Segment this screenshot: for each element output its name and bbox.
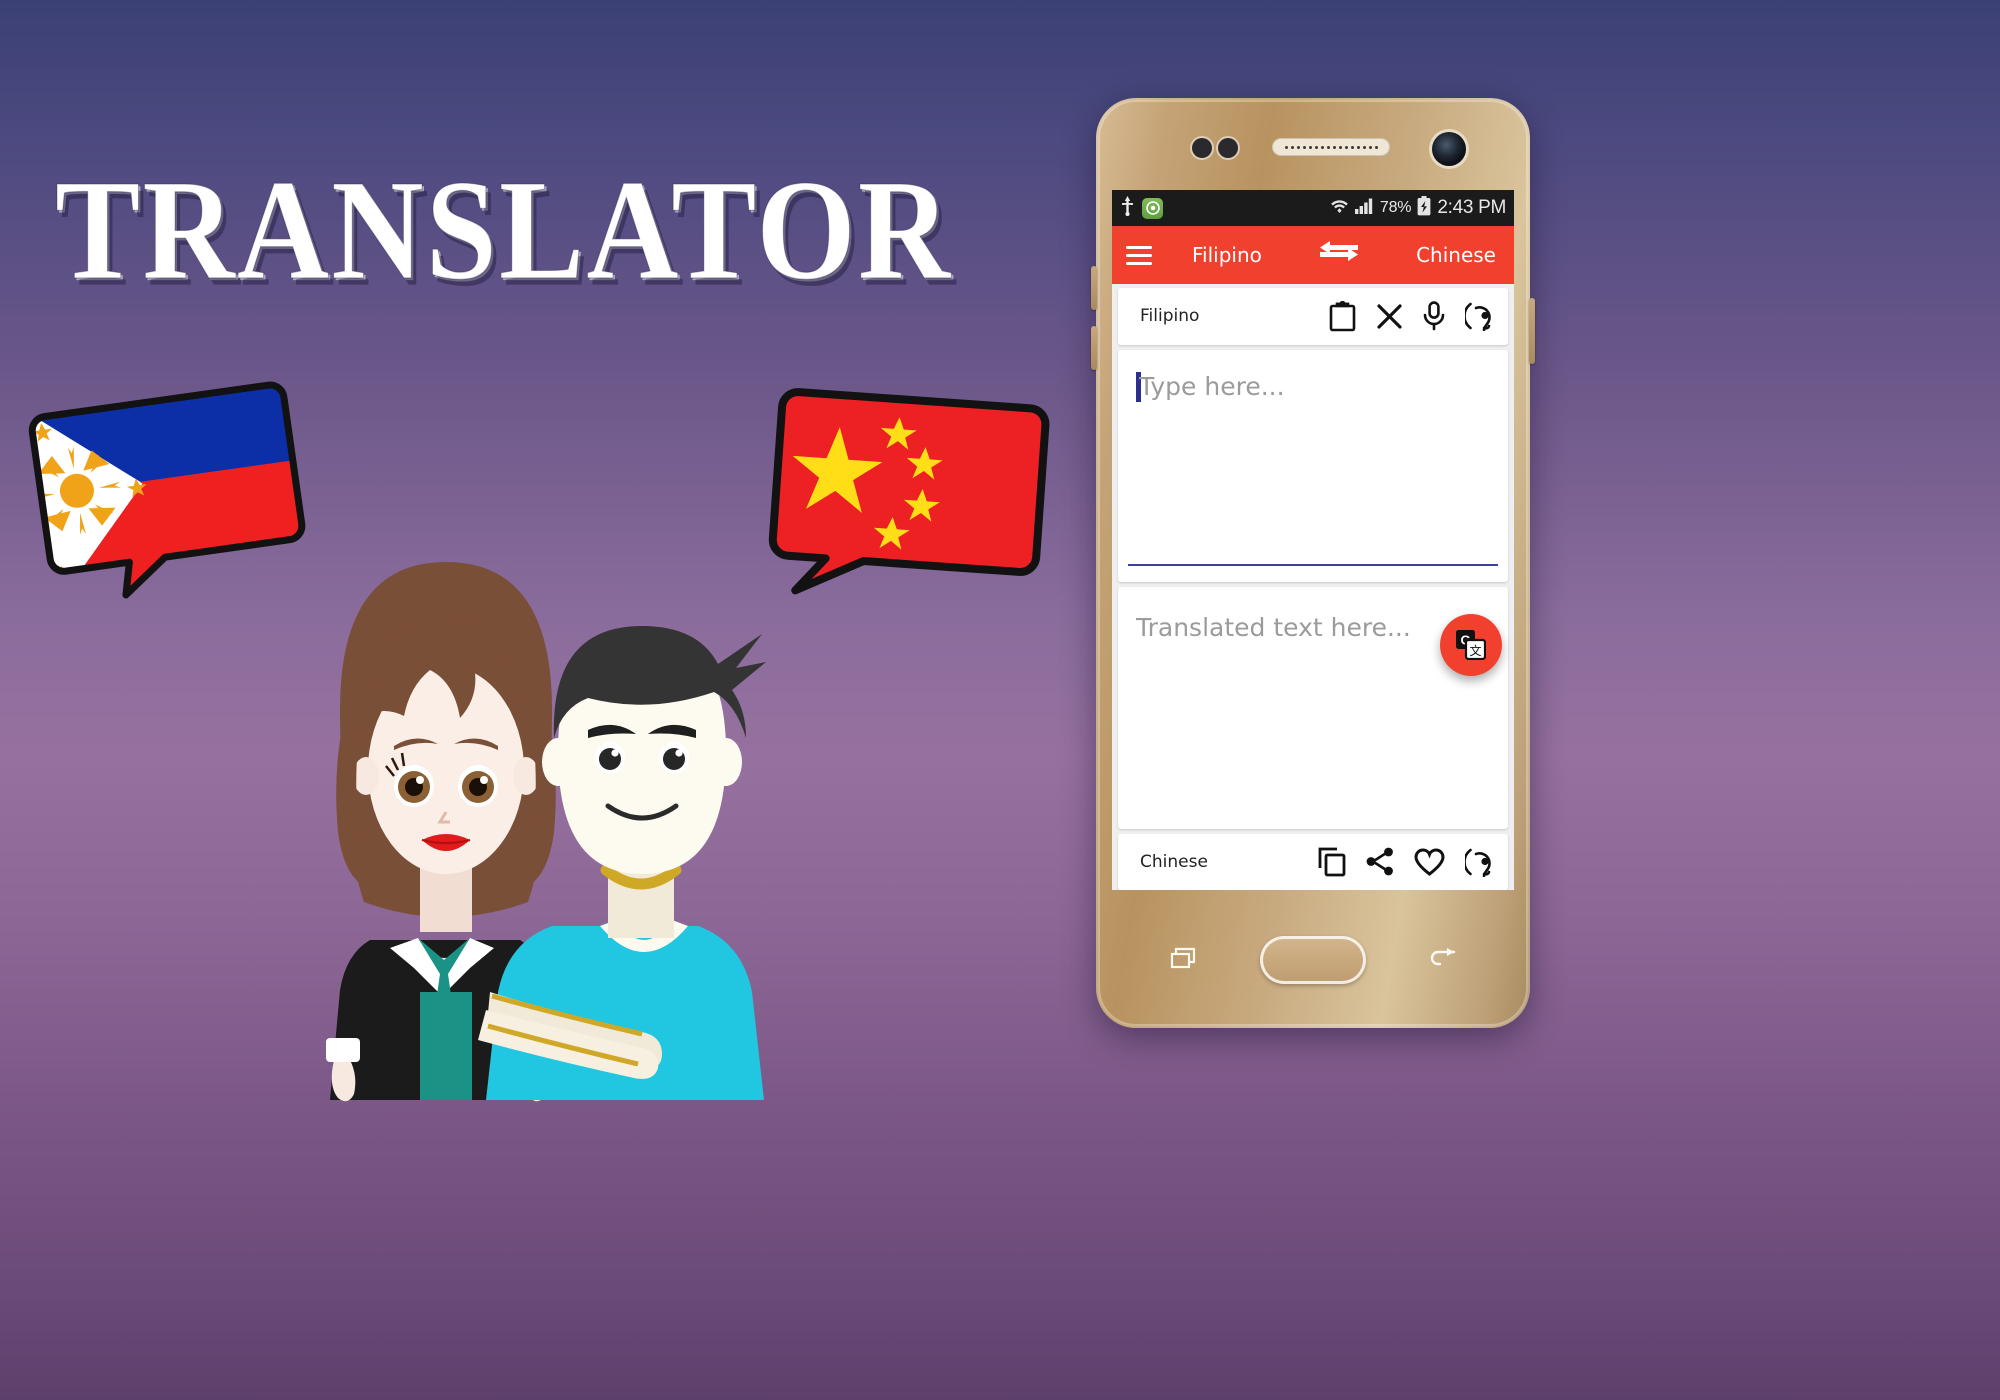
source-toolbar-label: Filipino — [1140, 306, 1200, 327]
power-button[interactable] — [1529, 298, 1535, 364]
listen-speak-icon[interactable] — [1465, 301, 1494, 332]
target-toolbar-label: Chinese — [1140, 851, 1208, 872]
microphone-icon[interactable] — [1423, 301, 1445, 331]
clear-close-icon[interactable] — [1376, 303, 1403, 330]
phone-nav-bar — [1096, 892, 1530, 1028]
clock-label: 2:43 PM — [1437, 197, 1506, 218]
light-sensor-icon — [1218, 138, 1238, 158]
source-text-input[interactable]: Type here... — [1118, 349, 1508, 582]
hamburger-menu-icon[interactable] — [1126, 245, 1152, 265]
app-bar: Filipino Chinese — [1112, 226, 1514, 284]
illustration-characters — [300, 540, 840, 1102]
source-input-placeholder: Type here... — [1139, 371, 1285, 401]
output-placeholder: Translated text here... — [1136, 612, 1411, 642]
input-underline — [1128, 563, 1498, 566]
target-language-selector[interactable]: Chinese — [1416, 243, 1496, 267]
recent-apps-icon[interactable] — [1170, 947, 1196, 974]
cellular-signal-icon — [1354, 198, 1374, 219]
philippines-flag-bubble — [25, 375, 312, 610]
listen-speak-icon[interactable] — [1465, 847, 1494, 877]
copy-icon[interactable] — [1318, 847, 1346, 877]
wifi-icon — [1330, 197, 1349, 219]
phone-screen: 78% 2:43 PM Filipino Chinese Filipino Ty… — [1112, 190, 1514, 890]
status-bar: 78% 2:43 PM — [1112, 190, 1514, 226]
app-notification-icon — [1142, 197, 1163, 219]
front-camera-icon — [1432, 132, 1466, 166]
favorite-heart-icon[interactable] — [1414, 848, 1445, 876]
back-icon[interactable] — [1428, 947, 1456, 974]
usb-icon — [1120, 195, 1135, 221]
page-title: TRANSLATOR — [54, 150, 953, 310]
volume-up-button[interactable] — [1091, 266, 1097, 310]
earpiece-speaker — [1272, 138, 1390, 156]
battery-percent-label: 78% — [1379, 199, 1412, 216]
svg-text:文: 文 — [1469, 643, 1481, 658]
source-toolbar: Filipino — [1118, 288, 1508, 345]
phone-mockup: 78% 2:43 PM Filipino Chinese Filipino Ty… — [1091, 98, 1535, 1028]
source-language-selector[interactable]: Filipino — [1192, 243, 1262, 267]
translate-button[interactable]: G 文 — [1440, 614, 1502, 676]
home-button[interactable] — [1260, 936, 1366, 984]
swap-languages-icon[interactable] — [1318, 238, 1360, 272]
share-icon[interactable] — [1366, 847, 1394, 876]
target-toolbar: Chinese — [1118, 833, 1508, 890]
paste-clipboard-icon[interactable] — [1329, 300, 1356, 332]
battery-charging-icon — [1417, 195, 1431, 221]
proximity-sensor-icon — [1192, 138, 1212, 158]
volume-down-button[interactable] — [1091, 326, 1097, 370]
